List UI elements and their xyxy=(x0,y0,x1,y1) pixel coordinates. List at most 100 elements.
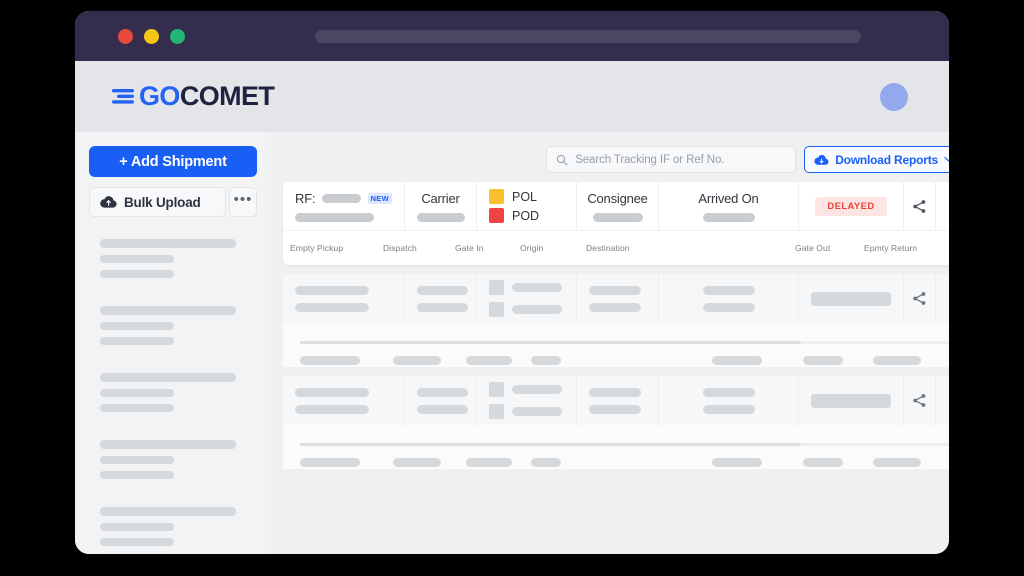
milestone-pill xyxy=(531,458,561,467)
chevron-down-icon xyxy=(944,156,949,163)
bulk-upload-label: Bulk Upload xyxy=(124,194,201,210)
speed-lines-icon xyxy=(112,88,134,104)
list-item[interactable] xyxy=(100,306,253,345)
share-button[interactable] xyxy=(904,182,936,230)
skeleton-bar xyxy=(417,302,468,312)
table-row[interactable] xyxy=(283,274,949,367)
skeleton-bar xyxy=(702,302,755,312)
skeleton-bar xyxy=(100,337,174,345)
cell-ports xyxy=(477,274,577,323)
skeleton-bar xyxy=(100,440,236,449)
search-input[interactable]: Search Tracking IF or Ref No. xyxy=(546,146,797,173)
skeleton-bar xyxy=(417,285,468,295)
skeleton-bar xyxy=(295,387,369,397)
status-badge-cell: DELAYED xyxy=(799,182,904,230)
toolbar: Search Tracking IF or Ref No. Download R… xyxy=(283,146,949,173)
sidebar-skeleton-list xyxy=(75,239,271,546)
share-button[interactable] xyxy=(904,376,936,425)
share-icon xyxy=(913,199,926,213)
milestone-pill xyxy=(712,458,762,467)
milestone-label-empty-pickup: Empty Pickup xyxy=(290,243,344,253)
skeleton-bar xyxy=(100,523,174,531)
skeleton-bar xyxy=(592,212,643,222)
carrier-label: Carrier xyxy=(421,190,460,206)
pod-placeholder xyxy=(489,404,564,419)
milestone-pill xyxy=(393,458,441,467)
cell-rf xyxy=(283,376,405,425)
cell-rf xyxy=(283,274,405,323)
cell-carrier xyxy=(405,274,477,323)
list-item[interactable] xyxy=(100,440,253,479)
list-item[interactable] xyxy=(100,239,253,278)
skeleton-bar xyxy=(417,404,468,414)
skeleton-bar xyxy=(100,538,174,546)
row-menu-button[interactable] xyxy=(936,376,949,425)
pol-color-swatch xyxy=(489,280,504,295)
skeleton-bar xyxy=(295,285,369,295)
progress-fill xyxy=(300,341,801,344)
column-header-arrived-on[interactable]: Arrived On xyxy=(659,182,799,230)
cell-status xyxy=(799,376,904,425)
close-window-button[interactable] xyxy=(118,28,133,44)
list-item[interactable] xyxy=(100,507,253,546)
maximize-window-button[interactable] xyxy=(170,28,185,44)
bulk-upload-button[interactable]: Bulk Upload xyxy=(89,187,226,217)
app-header: GO COMET xyxy=(75,61,949,132)
status-badge: DELAYED xyxy=(815,196,887,216)
skeleton-bar xyxy=(100,507,236,516)
column-header-rf[interactable]: RF: NEW xyxy=(283,182,405,230)
skeleton-bar xyxy=(100,239,236,248)
pod-placeholder xyxy=(489,302,564,317)
download-reports-button[interactable]: Download Reports xyxy=(804,146,949,173)
cell-status xyxy=(799,274,904,323)
milestone-pill xyxy=(873,458,921,467)
column-header-carrier[interactable]: Carrier xyxy=(405,182,477,230)
skeleton-bar xyxy=(702,285,755,295)
skeleton-bar xyxy=(589,285,641,295)
column-header-ports[interactable]: POL POD xyxy=(477,182,577,230)
logo-text-comet: COMET xyxy=(179,81,275,111)
bulk-upload-more-button[interactable]: ••• xyxy=(229,187,257,217)
milestone-pill xyxy=(712,356,762,365)
milestone-pill xyxy=(466,356,512,365)
skeleton-bar xyxy=(100,255,174,263)
skeleton-bar xyxy=(512,305,562,314)
list-item[interactable] xyxy=(100,373,253,412)
add-shipment-button[interactable]: + Add Shipment xyxy=(89,146,257,177)
browser-window: GOCOMET + Add Shipment Bulk Upload ••• xyxy=(75,11,949,554)
search-placeholder: Search Tracking IF or Ref No. xyxy=(575,153,725,166)
shipment-table-header-card: RF: NEW Carrier POL POD Consignee Arrive… xyxy=(283,182,949,265)
skeleton-bar xyxy=(512,407,562,416)
milestone-header-row: Empty Pickup Dispatch Gate In Origin Des… xyxy=(283,230,949,265)
table-row-summary[interactable] xyxy=(283,274,949,323)
gocomet-logo[interactable]: GO COMET xyxy=(112,81,275,112)
download-reports-label: Download Reports xyxy=(835,152,938,167)
milestone-label-gate-in: Gate In xyxy=(455,243,484,253)
row-menu-button[interactable] xyxy=(936,274,949,323)
skeleton-bar xyxy=(702,212,755,222)
avatar[interactable] xyxy=(880,82,908,111)
browser-address-bar[interactable] xyxy=(315,29,861,43)
skeleton-bar xyxy=(512,385,562,394)
minimize-window-button[interactable] xyxy=(144,28,159,44)
column-header-consignee[interactable]: Consignee xyxy=(577,182,659,230)
pol-row: POL xyxy=(489,189,564,204)
share-button[interactable] xyxy=(904,274,936,323)
skeleton-bar xyxy=(100,471,174,479)
milestone-pill xyxy=(300,458,360,467)
skeleton-bar xyxy=(100,373,236,382)
table-row-summary[interactable] xyxy=(283,376,949,425)
skeleton-bar xyxy=(702,404,755,414)
row-menu-button[interactable] xyxy=(936,182,949,230)
more-vertical-icon xyxy=(948,198,949,214)
progress-fill xyxy=(300,443,801,446)
milestone-pill xyxy=(873,356,921,365)
skeleton-bar xyxy=(100,306,236,315)
pod-color-swatch xyxy=(489,302,504,317)
cell-arrived-on xyxy=(659,376,799,425)
pol-placeholder xyxy=(489,382,564,397)
more-vertical-icon xyxy=(948,393,949,408)
skeleton-bar xyxy=(512,283,562,292)
skeleton-bar xyxy=(100,322,174,330)
table-row[interactable] xyxy=(283,376,949,469)
